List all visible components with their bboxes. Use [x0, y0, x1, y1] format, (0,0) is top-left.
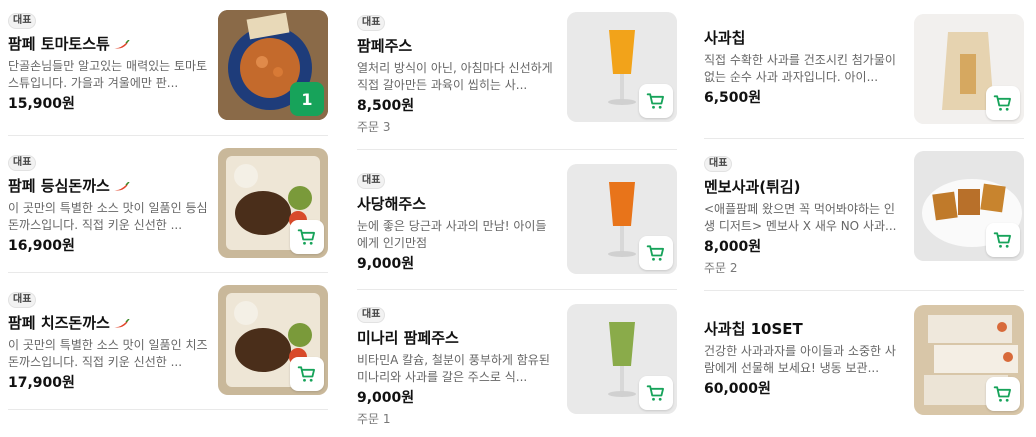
item-name: 사과칩 10SET [704, 320, 803, 338]
item-name: 사당해주스 [357, 195, 427, 213]
cart-icon [993, 232, 1011, 248]
item-price: 15,900원 [8, 96, 75, 112]
item-name: 팜페 등심돈까스 [8, 176, 208, 196]
cart-quantity-badge[interactable]: 1 [290, 82, 324, 116]
menu-column-2: 대표 팜페주스 열처리 방식이 아닌, 아침마다 신선하게 직접 갈아만든 과육… [357, 0, 677, 437]
cheese-cutlet-image[interactable] [218, 285, 328, 395]
item-price: 8,500원 [357, 98, 415, 114]
signature-badge: 대표 [357, 15, 386, 31]
cart-icon [993, 386, 1011, 402]
spicy-pepper-icon [113, 181, 130, 190]
cart-icon [297, 229, 315, 245]
item-description: 열처리 방식이 아닌, 아침마다 신선하게 직접 갈아만든 과육이 씹히는 사.… [357, 61, 553, 92]
menu-item[interactable]: 대표 팜페 토마토스튜 단골손님들만 알고있는 매력있는 토마토스튜입니다. 가… [8, 0, 328, 136]
tomato-stew-image[interactable]: 1 [218, 10, 328, 120]
menu-item[interactable]: 대표 멘보사과(튀김) <애플팜페 왔으면 꼭 먹어봐야하는 인생 디저트> 멘… [704, 139, 1024, 291]
signature-badge: 대표 [8, 292, 37, 308]
menu-item[interactable]: 사과칩 10SET 건강한 사과과자를 아이들과 소중한 사람에게 선물해 보세… [704, 291, 1024, 437]
item-name: 사과칩 [704, 29, 746, 47]
menu-item[interactable]: 대표 팜페 등심돈까스 이 곳만의 특별한 소스 맛이 일품인 등심돈까스입니다… [8, 136, 328, 273]
add-to-cart-button[interactable] [639, 84, 673, 118]
menbosa-image[interactable] [914, 151, 1024, 261]
item-name: 팜페 토마토스튜 [8, 34, 208, 54]
item-name: 미나리 팜페주스 [357, 329, 459, 347]
cart-icon [646, 93, 664, 109]
orange-juice-image[interactable] [567, 12, 677, 122]
signature-badge: 대표 [704, 156, 733, 172]
green-juice-image[interactable] [567, 304, 677, 414]
add-to-cart-button[interactable] [290, 357, 324, 391]
menu-item[interactable]: 대표 팜페주스 열처리 방식이 아닌, 아침마다 신선하게 직접 갈아만든 과육… [357, 0, 677, 150]
item-price: 6,500원 [704, 90, 762, 106]
item-description: <애플팜페 왔으면 꼭 먹어봐야하는 인생 디저트> 멘보사 X 새우 NO 사… [704, 202, 897, 233]
menu-column-3: 사과칩 직접 수확한 사과를 건조시킨 첨가물이 없는 순수 사과 과자입니다.… [704, 0, 1024, 437]
carrot-juice-image[interactable] [567, 164, 677, 274]
item-name: 멘보사과(튀김) [704, 178, 801, 196]
add-to-cart-button[interactable] [986, 86, 1020, 120]
apple-chips-image[interactable] [914, 14, 1024, 124]
menu-item[interactable]: 대표 미나리 팜페주스 비타민A 칼슘, 철분이 풍부하게 함유된 미나리와 사… [357, 290, 677, 437]
menu-item[interactable]: 대표 팜페 치즈돈까스 이 곳만의 특별한 소스 맛이 일품인 치즈돈까스입니다… [8, 273, 328, 410]
item-price: 9,000원 [357, 390, 415, 406]
add-to-cart-button[interactable] [986, 223, 1020, 257]
item-price: 60,000원 [704, 381, 771, 397]
signature-badge: 대표 [8, 13, 37, 29]
item-price: 9,000원 [357, 256, 415, 272]
apple-chips-set-image[interactable] [914, 305, 1024, 415]
item-description: 비타민A 칼슘, 철분이 풍부하게 함유된 미나리와 사과를 갈은 주스로 식.… [357, 353, 550, 384]
order-count: 주문 3 [357, 120, 391, 134]
spicy-pepper-icon [113, 318, 130, 327]
add-to-cart-button[interactable] [290, 220, 324, 254]
cart-icon [646, 385, 664, 401]
item-description: 눈에 좋은 당근과 사과의 만남! 아이들에게 인기만점 [357, 219, 547, 250]
pork-cutlet-image[interactable] [218, 148, 328, 258]
item-description: 직접 수확한 사과를 건조시킨 첨가물이 없는 순수 사과 과자입니다. 아이.… [704, 53, 896, 84]
item-description: 단골손님들만 알고있는 매력있는 토마토스튜입니다. 가을과 겨울에만 판... [8, 59, 208, 90]
add-to-cart-button[interactable] [639, 376, 673, 410]
add-to-cart-button[interactable] [986, 377, 1020, 411]
item-price: 8,000원 [704, 239, 762, 255]
add-to-cart-button[interactable] [639, 236, 673, 270]
signature-badge: 대표 [8, 155, 37, 171]
item-price: 16,900원 [8, 238, 75, 254]
item-name: 팜페 치즈돈까스 [8, 313, 208, 333]
menu-item[interactable]: 사과칩 직접 수확한 사과를 건조시킨 첨가물이 없는 순수 사과 과자입니다.… [704, 0, 1024, 139]
cart-icon [993, 95, 1011, 111]
cart-icon [297, 366, 315, 382]
signature-badge: 대표 [357, 307, 386, 323]
signature-badge: 대표 [357, 173, 386, 189]
menu-column-1: 대표 팜페 토마토스튜 단골손님들만 알고있는 매력있는 토마토스튜입니다. 가… [8, 0, 328, 410]
order-count: 주문 2 [704, 261, 738, 275]
item-description: 건강한 사과과자를 아이들과 소중한 사람에게 선물해 보세요! 냉동 보관..… [704, 344, 896, 375]
menu-item[interactable]: 대표 사당해주스 눈에 좋은 당근과 사과의 만남! 아이들에게 인기만점 9,… [357, 150, 677, 290]
item-name: 팜페주스 [357, 37, 413, 55]
item-price: 17,900원 [8, 375, 75, 391]
spicy-pepper-icon [113, 39, 130, 48]
order-count: 주문 1 [357, 412, 391, 426]
item-description: 이 곳만의 특별한 소스 맛이 일품인 치즈돈까스입니다. 직접 키운 신선한 … [8, 338, 208, 369]
item-description: 이 곳만의 특별한 소스 맛이 일품인 등심돈까스입니다. 직접 키운 신선한 … [8, 201, 208, 232]
cart-icon [646, 245, 664, 261]
